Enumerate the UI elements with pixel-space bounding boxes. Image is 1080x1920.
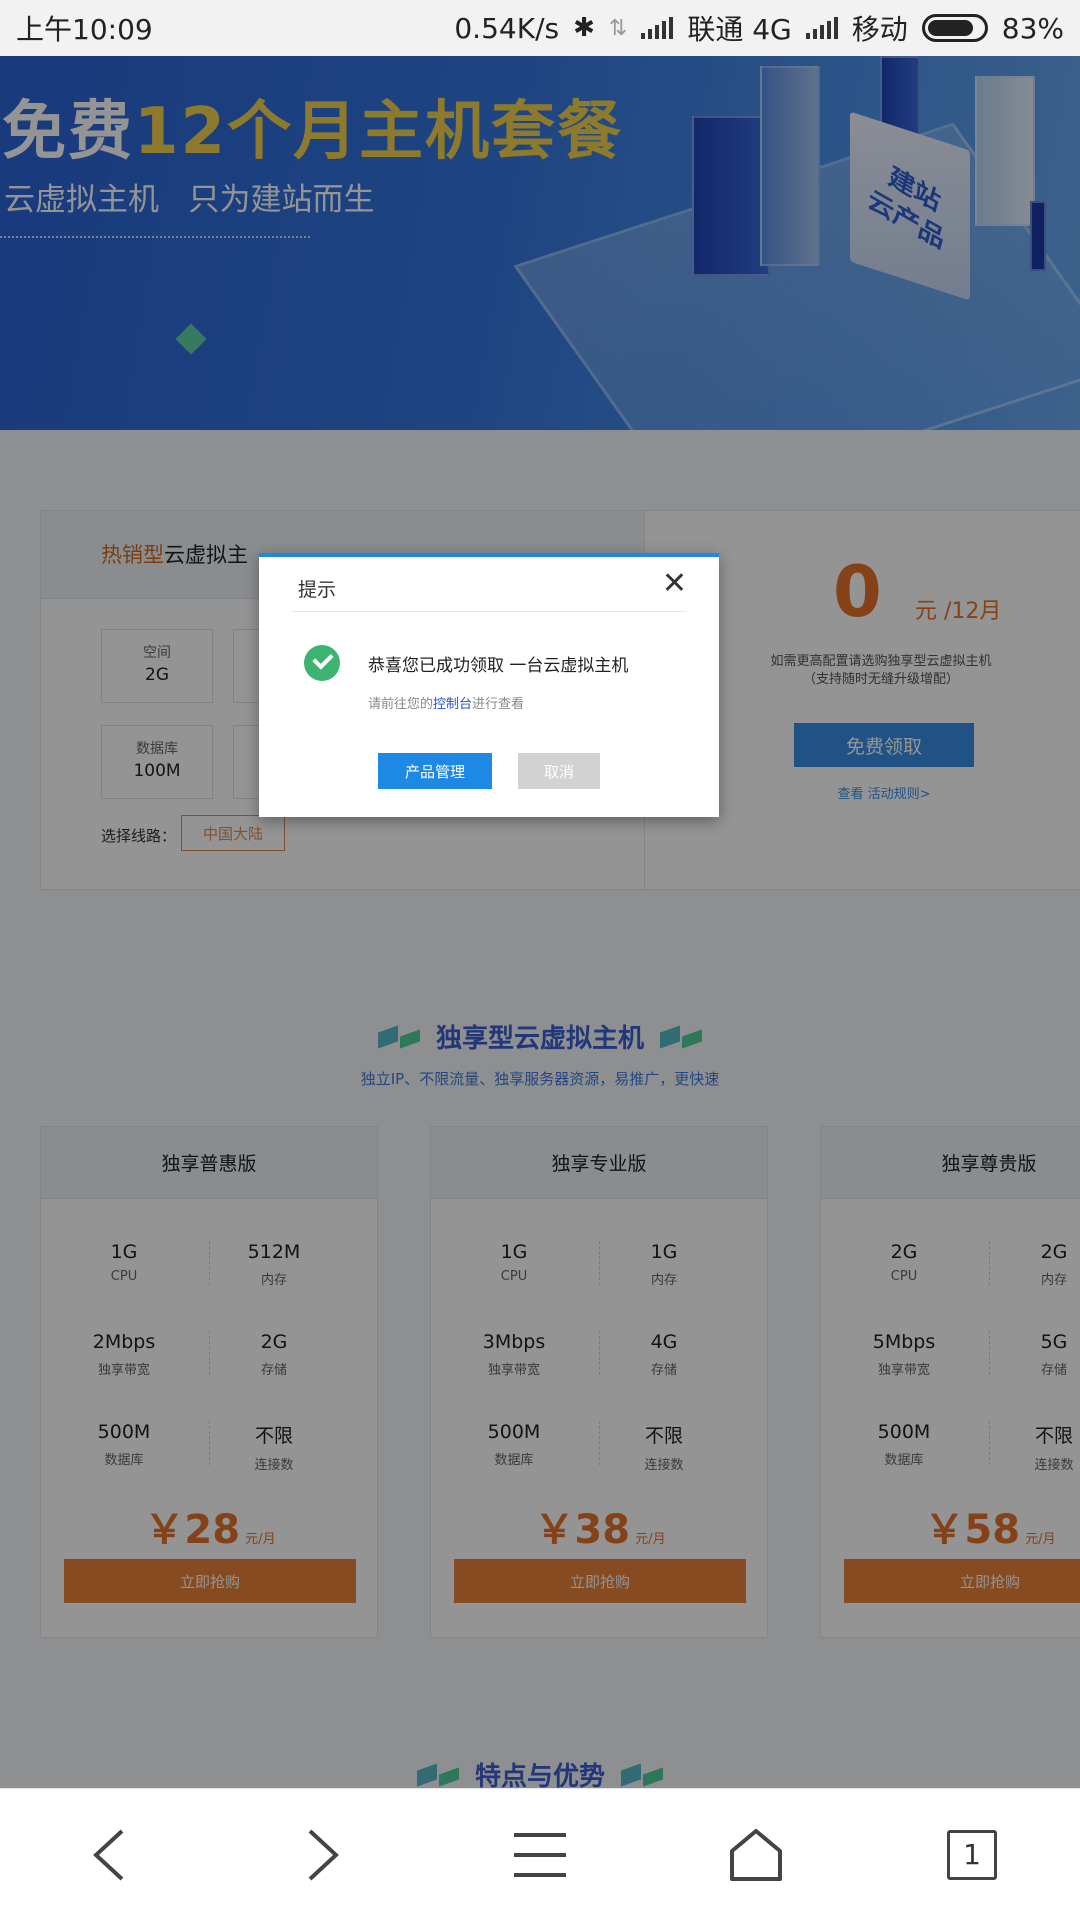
menu-button[interactable] <box>485 1800 595 1910</box>
network-speed: 0.54K/s <box>454 11 560 45</box>
dialog-title: 提示 <box>298 579 337 601</box>
modal-overlay[interactable] <box>0 56 1080 1788</box>
success-dialog: 提示 ✕ 恭喜您已成功领取 一台云虚拟主机 请前往您的控制台进行查看 产品管理 … <box>259 553 719 817</box>
battery-percent: 83% <box>1001 11 1064 45</box>
browser-bottom-nav: 1 <box>0 1788 1080 1920</box>
home-icon <box>730 1828 782 1881</box>
menu-icon <box>514 1832 566 1877</box>
forward-button[interactable] <box>269 1800 379 1910</box>
cancel-button[interactable]: 取消 <box>518 753 600 789</box>
dialog-divider <box>291 611 687 612</box>
dialog-message: 恭喜您已成功领取 一台云虚拟主机 <box>368 656 629 676</box>
tabs-button[interactable]: 1 <box>917 1800 1027 1910</box>
signal-icon-2 <box>805 17 838 39</box>
data-transfer-icon: ⇅ <box>608 15 628 41</box>
status-time: 上午10:09 <box>16 13 153 46</box>
carrier-1: 联通 4G <box>687 13 792 46</box>
status-bar: 上午10:09 0.54K/s ✱ ⇅ 联通 4G 移动 83% <box>0 0 1080 56</box>
bluetooth-icon: ✱ <box>573 13 595 43</box>
tabs-icon: 1 <box>947 1829 997 1880</box>
back-button[interactable] <box>53 1800 163 1910</box>
home-button[interactable] <box>701 1800 811 1910</box>
carrier-2: 移动 <box>851 13 908 46</box>
chevron-right-icon <box>308 1829 339 1880</box>
chevron-left-icon <box>93 1829 124 1880</box>
check-circle-icon <box>304 645 340 681</box>
close-icon[interactable]: ✕ <box>662 569 687 599</box>
battery-icon <box>921 14 988 42</box>
web-page[interactable]: 免费12个月主机套餐 云虚拟主机 只为建站而生 建站 云产品 热销型云虚拟主 空… <box>0 56 1080 1788</box>
product-management-button[interactable]: 产品管理 <box>378 753 492 789</box>
signal-icon-1 <box>641 17 674 39</box>
console-link[interactable]: 控制台 <box>433 697 472 712</box>
dialog-hint: 请前往您的控制台进行查看 <box>368 697 525 712</box>
tab-count: 1 <box>963 1838 981 1871</box>
